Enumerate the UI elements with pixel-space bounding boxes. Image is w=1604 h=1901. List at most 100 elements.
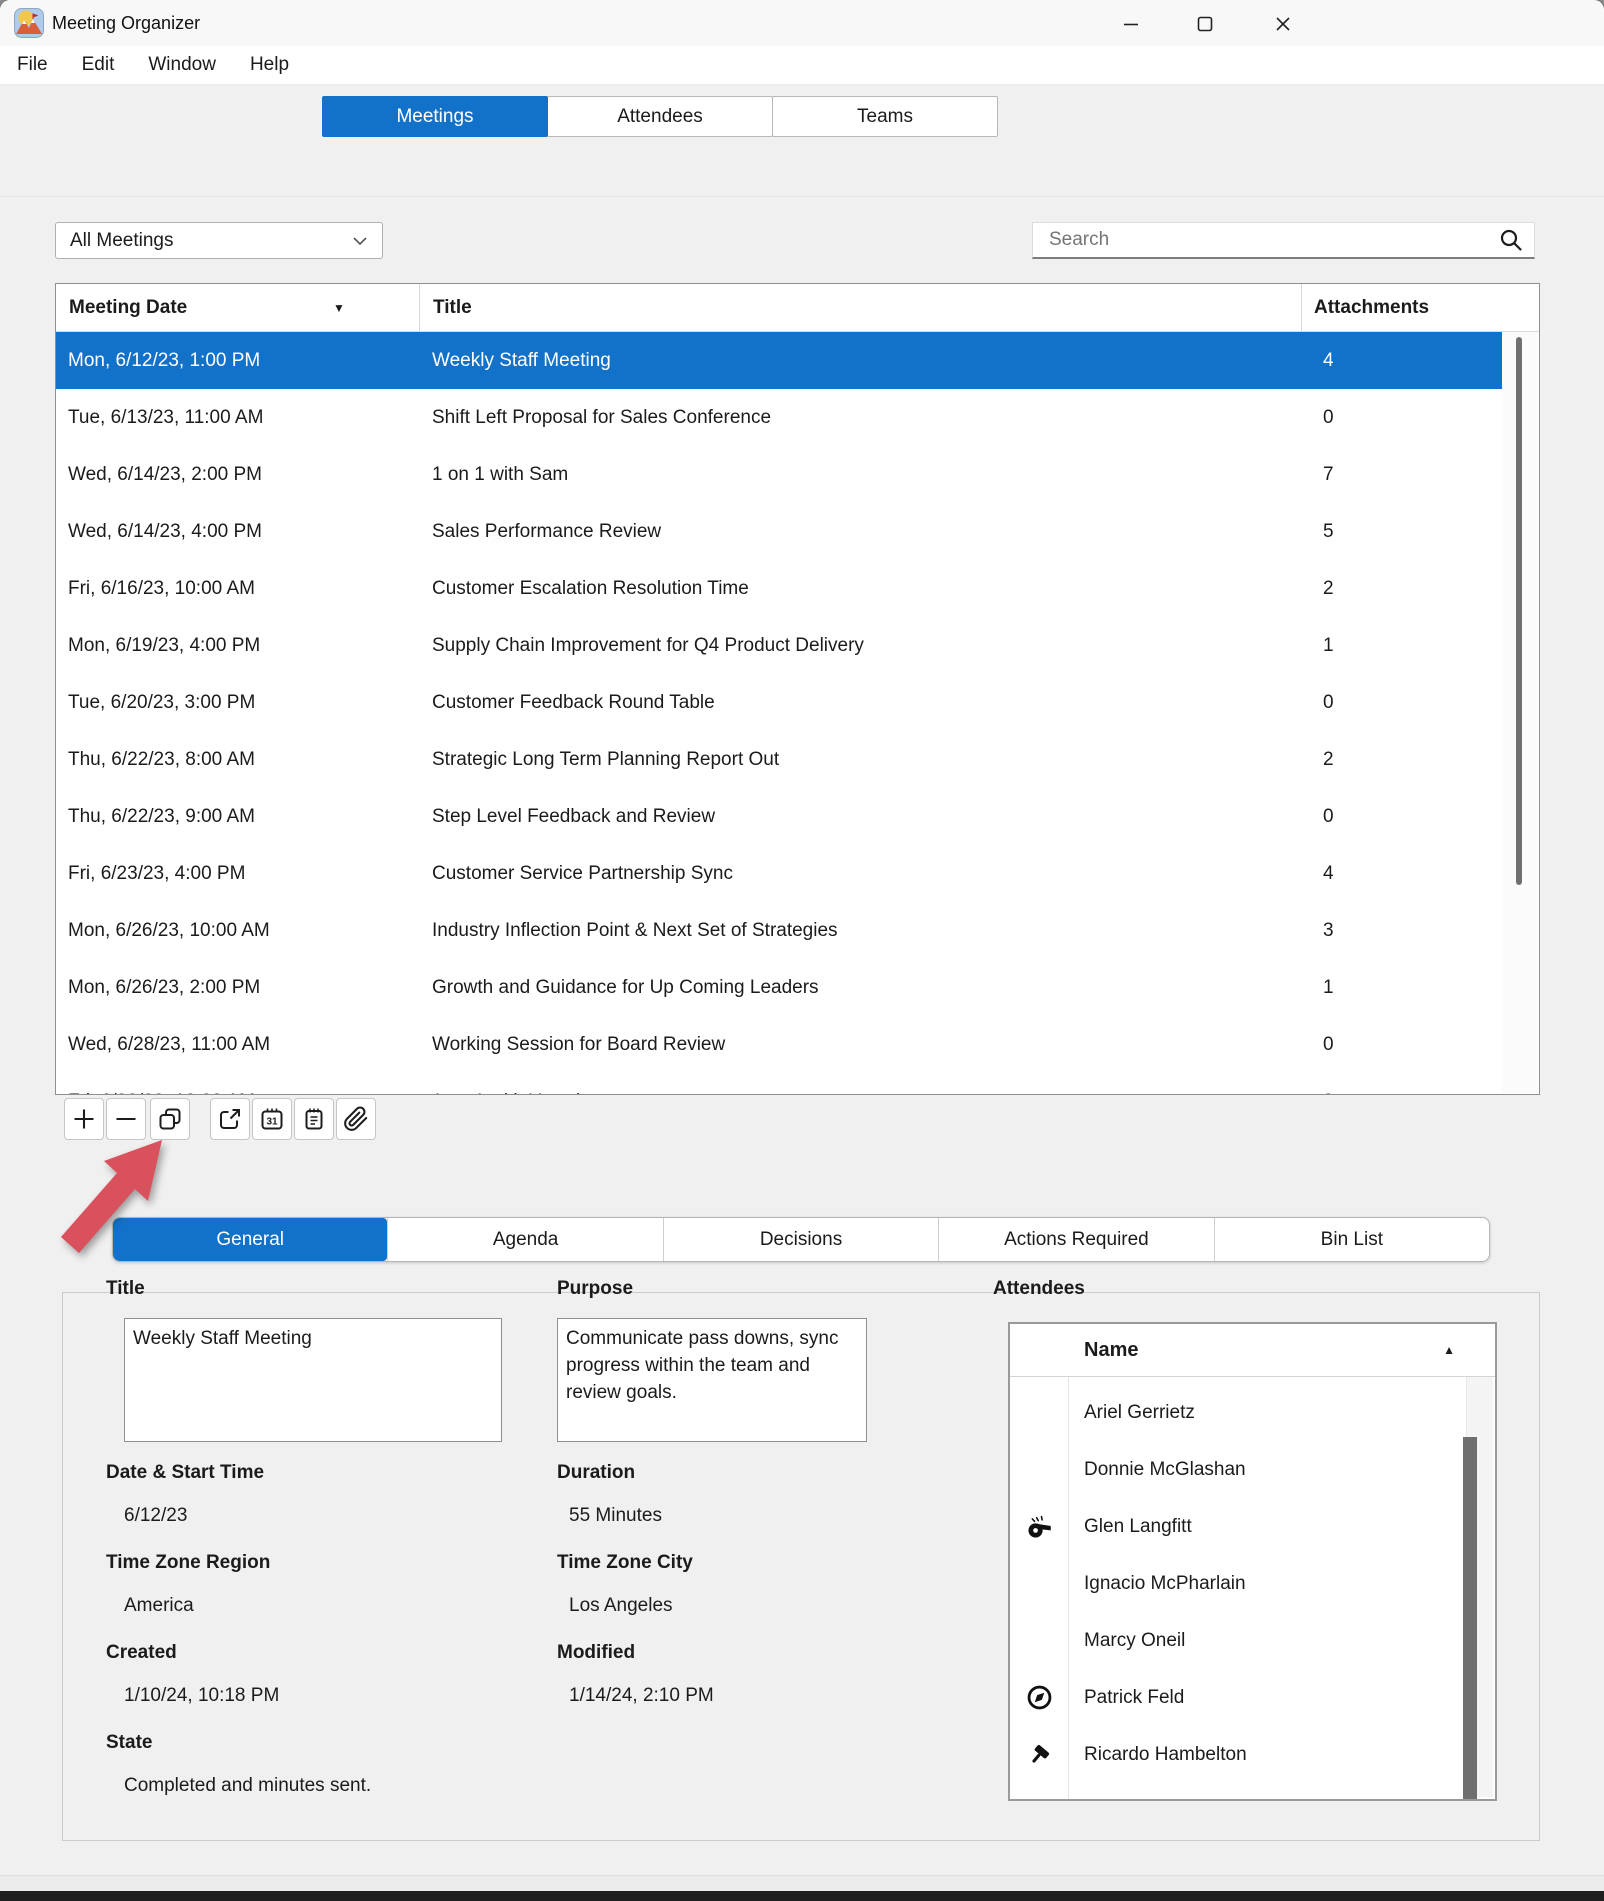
table-header: Meeting Date ▼ Title Attachments <box>56 284 1539 332</box>
column-header-attachments[interactable]: Attachments <box>1314 284 1429 332</box>
search-icon[interactable] <box>1498 227 1524 253</box>
detail-tab[interactable]: Bin List <box>1214 1218 1489 1261</box>
attachment-button[interactable] <box>336 1098 376 1140</box>
main-tab[interactable]: Attendees <box>547 96 773 137</box>
cell-title: Step Level Feedback and Review <box>432 788 1313 845</box>
attendees-list: Name ▲ Ariel Gerrietz Donnie McGlashan <box>1008 1322 1497 1801</box>
attendee-name: Marcy Oneil <box>1068 1630 1185 1652</box>
date-start-label: Date & Start Time <box>106 1462 264 1484</box>
attendees-header[interactable]: Name ▲ <box>1010 1324 1495 1377</box>
purpose-field[interactable]: Communicate pass downs, sync progress wi… <box>557 1318 867 1442</box>
attendees-name-column-header[interactable]: Name <box>1084 1324 1138 1376</box>
close-button[interactable] <box>1258 7 1308 41</box>
table-scrollbar[interactable] <box>1502 332 1538 1093</box>
main-tab[interactable]: Teams <box>772 96 998 137</box>
table-row[interactable]: Tue, 6/20/23, 3:00 PM Customer Feedback … <box>56 674 1503 731</box>
title-field[interactable]: Weekly Staff Meeting <box>124 1318 502 1442</box>
notes-button[interactable] <box>294 1098 334 1140</box>
tz-region-label: Time Zone Region <box>106 1552 270 1574</box>
cell-attachments: 1 <box>1313 617 1334 674</box>
attendee-row[interactable]: Ariel Gerrietz <box>1010 1384 1495 1441</box>
attendee-row[interactable]: Sally Shamfield <box>1010 1783 1495 1799</box>
state-value: Completed and minutes sent. <box>124 1774 371 1798</box>
table-row[interactable]: Mon, 6/12/23, 1:00 PM Weekly Staff Meeti… <box>56 332 1503 389</box>
tz-region-value: America <box>124 1594 194 1618</box>
table-row[interactable]: Wed, 6/14/23, 2:00 PM 1 on 1 with Sam 7 <box>56 446 1503 503</box>
open-external-button[interactable] <box>210 1098 250 1140</box>
attendees-scrollbar-thumb[interactable] <box>1463 1437 1477 1801</box>
table-body: Mon, 6/12/23, 1:00 PM Weekly Staff Meeti… <box>56 332 1503 1094</box>
search-input[interactable] <box>1047 228 1498 252</box>
cell-meeting-date: Wed, 6/14/23, 4:00 PM <box>56 503 432 560</box>
cell-title: Customer Service Partnership Sync <box>432 845 1313 902</box>
attendee-row[interactable]: Ignacio McPharlain <box>1010 1555 1495 1612</box>
cell-title: Customer Feedback Round Table <box>432 674 1313 731</box>
remove-button[interactable] <box>106 1098 146 1140</box>
calendar-button[interactable]: 31 <box>252 1098 292 1140</box>
detail-tab-strip: General Agenda Decisions Actions Require… <box>112 1217 1490 1262</box>
cell-meeting-date: Mon, 6/12/23, 1:00 PM <box>56 332 432 389</box>
cell-attachments: 0 <box>1313 1016 1334 1073</box>
attendee-row[interactable]: Marcy Oneil <box>1010 1612 1495 1669</box>
table-row[interactable]: Wed, 6/14/23, 4:00 PM Sales Performance … <box>56 503 1503 560</box>
cell-title: 1 on 1 with Sam <box>432 446 1313 503</box>
menu-item[interactable]: Window <box>131 46 233 84</box>
attendees-scrollbar[interactable] <box>1466 1376 1493 1797</box>
detail-tab[interactable]: Decisions <box>663 1218 938 1261</box>
window-bottom-edge <box>0 1891 1604 1901</box>
add-button[interactable] <box>64 1098 104 1140</box>
attendee-role-icon <box>1010 1570 1068 1597</box>
duplicate-button[interactable] <box>150 1098 190 1140</box>
title-label: Title <box>106 1278 145 1300</box>
detail-tab[interactable]: Actions Required <box>938 1218 1213 1261</box>
menu-bar: File Edit Window Help <box>0 46 1604 85</box>
table-row[interactable]: Thu, 6/22/23, 8:00 AM Strategic Long Ter… <box>56 731 1503 788</box>
meetings-filter-dropdown[interactable]: All Meetings <box>55 222 383 259</box>
minimize-button[interactable] <box>1106 7 1156 41</box>
cell-attachments: 0 <box>1313 788 1334 845</box>
cell-title: Industry Inflection Point & Next Set of … <box>432 902 1313 959</box>
attendee-name: Ariel Gerrietz <box>1068 1402 1195 1424</box>
cell-attachments: 0 <box>1313 1073 1334 1094</box>
table-row[interactable]: Tue, 6/13/23, 11:00 AM Shift Left Propos… <box>56 389 1503 446</box>
main-tab-strip: Meetings Attendees Teams <box>322 96 998 137</box>
main-tab[interactable]: Meetings <box>322 96 548 137</box>
copy-icon <box>157 1106 183 1132</box>
attendee-row[interactable]: Donnie McGlashan <box>1010 1441 1495 1498</box>
table-scrollbar-thumb[interactable] <box>1516 337 1522 885</box>
table-row[interactable]: Fri, 6/30/23, 10:00 AM 1 on 1 with Yasmi… <box>56 1073 1503 1094</box>
bottom-zone <box>0 1876 1604 1891</box>
menu-item[interactable]: Help <box>233 46 306 84</box>
maximize-button[interactable] <box>1180 7 1230 41</box>
cell-title: Customer Escalation Resolution Time <box>432 560 1313 617</box>
sort-desc-icon: ▼ <box>333 284 345 332</box>
attendee-name: Donnie McGlashan <box>1068 1459 1246 1481</box>
attendee-row[interactable]: Glen Langfitt <box>1010 1498 1495 1555</box>
attendee-role-icon <box>1010 1513 1068 1540</box>
menu-item[interactable]: File <box>0 46 65 84</box>
cell-title: 1 on 1 with Yasmin <box>432 1073 1313 1094</box>
menu-item[interactable]: Edit <box>65 46 132 84</box>
cell-title: Working Session for Board Review <box>432 1016 1313 1073</box>
table-row[interactable]: Mon, 6/19/23, 4:00 PM Supply Chain Impro… <box>56 617 1503 674</box>
detail-tab[interactable]: Agenda <box>387 1218 662 1261</box>
detail-tab[interactable]: General <box>113 1218 387 1261</box>
table-row[interactable]: Thu, 6/22/23, 9:00 AM Step Level Feedbac… <box>56 788 1503 845</box>
table-row[interactable]: Fri, 6/16/23, 10:00 AM Customer Escalati… <box>56 560 1503 617</box>
search-box <box>1032 222 1535 259</box>
column-header-meeting-date[interactable]: Meeting Date <box>69 284 187 332</box>
table-row[interactable]: Fri, 6/23/23, 4:00 PM Customer Service P… <box>56 845 1503 902</box>
attendee-name: Glen Langfitt <box>1068 1516 1192 1538</box>
attendee-row[interactable]: Patrick Feld <box>1010 1669 1495 1726</box>
minus-icon <box>113 1106 139 1132</box>
attendee-row[interactable]: Ricardo Hambelton <box>1010 1726 1495 1783</box>
attendee-role-icon <box>1010 1399 1068 1426</box>
table-row[interactable]: Wed, 6/28/23, 11:00 AM Working Session f… <box>56 1016 1503 1073</box>
table-row[interactable]: Mon, 6/26/23, 2:00 PM Growth and Guidanc… <box>56 959 1503 1016</box>
attendee-name: Ignacio McPharlain <box>1068 1573 1246 1595</box>
cell-attachments: 7 <box>1313 446 1334 503</box>
table-row[interactable]: Mon, 6/26/23, 10:00 AM Industry Inflecti… <box>56 902 1503 959</box>
title-value: Weekly Staff Meeting <box>133 1328 312 1349</box>
column-header-title[interactable]: Title <box>433 284 472 332</box>
tz-city-label: Time Zone City <box>557 1552 693 1574</box>
